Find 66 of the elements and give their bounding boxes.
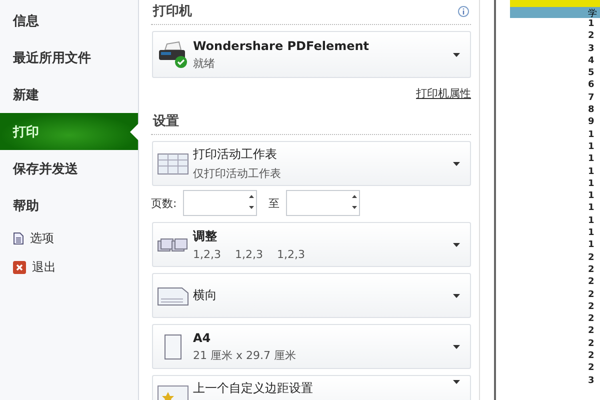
row-number: 8 xyxy=(588,104,596,116)
column-header: 学 xyxy=(588,8,598,18)
caret-icon xyxy=(453,52,460,56)
printer-properties-link[interactable]: 打印机属性 xyxy=(416,86,471,101)
sidebar-item[interactable]: 信息 xyxy=(0,2,138,39)
section-heading: 打印机 xyxy=(153,3,192,20)
info-icon xyxy=(458,6,469,16)
sidebar-item[interactable]: 打印 xyxy=(0,113,138,150)
row-number: 1 xyxy=(588,166,596,178)
row-number: 2 xyxy=(588,288,596,301)
sidebar-label: 退出 xyxy=(32,259,56,276)
row-number: 7 xyxy=(588,92,596,104)
row-number: 2 xyxy=(588,30,596,43)
row-number: 2 xyxy=(588,252,596,264)
row-number: 3 xyxy=(588,42,596,55)
caret-icon xyxy=(453,242,460,246)
printer-name: Wondershare PDFelement xyxy=(193,38,370,52)
printer-icon xyxy=(157,40,189,70)
row-number: 1 xyxy=(588,214,596,228)
row-number: 2 xyxy=(588,300,596,314)
row-number: 1 xyxy=(588,140,596,154)
sidebar-item[interactable]: 退出 xyxy=(0,253,138,282)
row-number: 1 xyxy=(588,239,596,252)
page-to-field[interactable] xyxy=(286,190,360,216)
row-number: 2 xyxy=(588,350,596,362)
caret-icon xyxy=(453,162,460,166)
row-number: 2 xyxy=(588,276,596,289)
row-number: 1 xyxy=(588,202,596,215)
row-number: 2 xyxy=(588,313,596,326)
sidebar-item[interactable]: 保存并发送 xyxy=(0,150,138,187)
sidebar-item[interactable]: 选项 xyxy=(0,224,138,253)
row-number: 2 xyxy=(588,362,596,375)
close-icon xyxy=(13,261,26,274)
row-number: 2 xyxy=(588,338,596,350)
row-number: 1 xyxy=(588,153,596,166)
printer-dropdown[interactable]: Wondershare PDFelement 就绪 xyxy=(152,31,471,78)
row-number: 9 xyxy=(588,116,596,129)
row-number: 5 xyxy=(588,67,596,80)
caret-icon xyxy=(453,344,460,348)
caret-icon xyxy=(453,294,460,298)
setting-dropdown[interactable]: 打印活动工作表 仅打印活动工作表 xyxy=(152,141,471,186)
row-number: 4 xyxy=(588,54,596,68)
to-label: 至 xyxy=(268,196,280,210)
caret-icon xyxy=(453,380,460,384)
setting-dropdown[interactable]: 上一个自定义边距设置 xyxy=(152,375,471,400)
sidebar-label: 选项 xyxy=(30,230,54,247)
page-from-field[interactable] xyxy=(182,190,257,216)
sidebar-item[interactable]: 新建 xyxy=(0,76,138,113)
section-heading: 设置 xyxy=(153,113,179,130)
row-number: 1 xyxy=(588,178,596,190)
printer-status: 就绪 xyxy=(193,56,216,70)
row-number: 1 xyxy=(588,227,596,240)
setting-dropdown[interactable]: A4 21 厘米 x 29.7 厘米 xyxy=(152,324,471,369)
row-number: 3 xyxy=(588,374,596,387)
document-icon xyxy=(13,232,24,245)
row-number: 1 xyxy=(588,18,596,30)
setting-dropdown[interactable]: 调整 1,2,3 1,2,3 1,2,3 xyxy=(152,222,471,267)
row-number: 1 xyxy=(588,128,596,141)
row-number: 2 xyxy=(588,264,596,276)
row-number: 6 xyxy=(588,79,596,92)
row-number: 2 xyxy=(588,325,596,338)
pages-label: 页数: xyxy=(151,196,177,210)
row-number: 1 xyxy=(588,190,596,202)
setting-dropdown[interactable]: 横向 xyxy=(152,273,471,318)
sidebar-item[interactable]: 最近所用文件 xyxy=(0,39,138,76)
sidebar-item[interactable]: 帮助 xyxy=(0,187,138,224)
